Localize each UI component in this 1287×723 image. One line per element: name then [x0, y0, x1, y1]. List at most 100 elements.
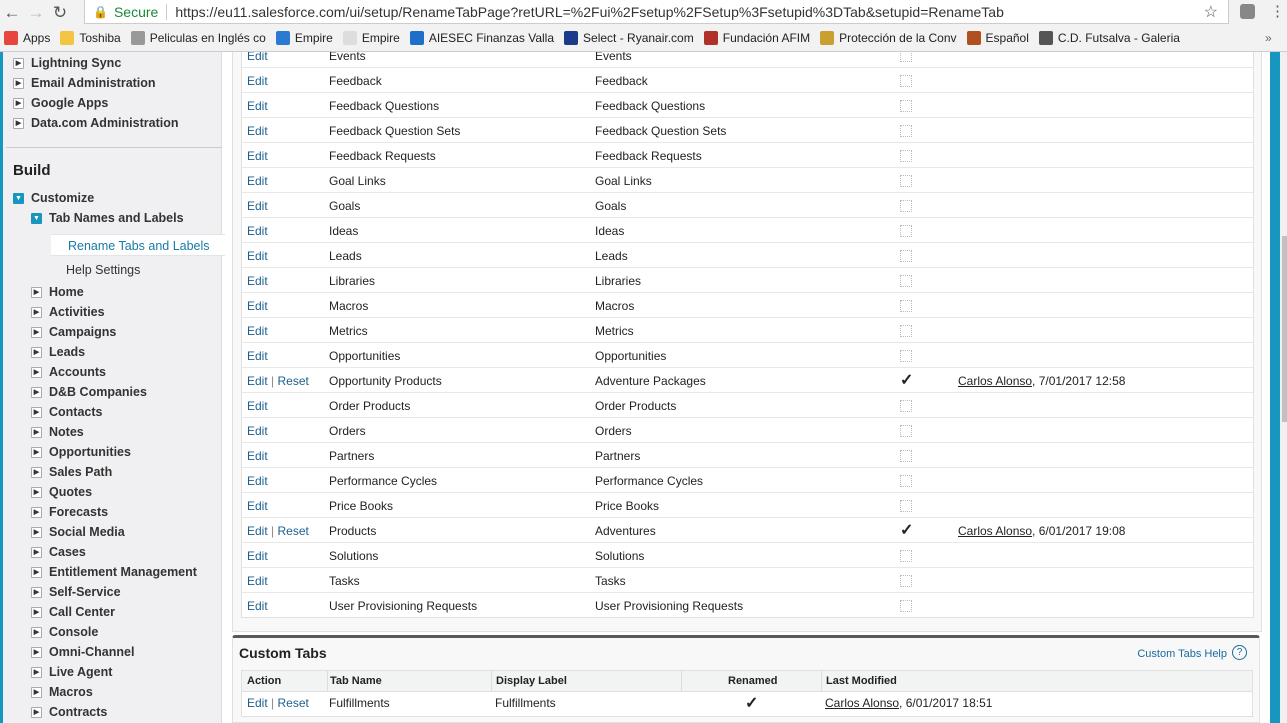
edit-link[interactable]: Edit	[247, 399, 268, 413]
edit-link[interactable]: Edit	[247, 74, 268, 88]
edit-link[interactable]: Edit	[247, 174, 268, 188]
bookmark-item[interactable]: Empire	[342, 31, 400, 45]
bookmark-item[interactable]: Apps	[4, 31, 50, 45]
edit-link[interactable]: Edit	[247, 249, 268, 263]
edit-link[interactable]: Edit	[247, 599, 268, 613]
sidebar-item[interactable]: ▶ Quotes	[31, 485, 92, 499]
sidebar-item-help-settings[interactable]: Help Settings	[66, 263, 140, 277]
edit-link[interactable]: Edit	[247, 99, 268, 113]
renamed-checkbox	[900, 425, 912, 437]
edit-link[interactable]: Edit	[247, 524, 268, 538]
bookmark-item[interactable]: Fundación AFIM	[703, 31, 810, 45]
reset-link[interactable]: Reset	[278, 696, 309, 710]
edit-link[interactable]: Edit	[247, 349, 268, 363]
user-link[interactable]: Carlos Alonso	[958, 524, 1032, 538]
sidebar-item[interactable]: ▶ Campaigns	[31, 325, 116, 339]
menu-icon[interactable]: ⋮	[1270, 2, 1285, 20]
bookmarks-overflow-icon[interactable]: »	[1265, 31, 1272, 45]
user-link[interactable]: Carlos Alonso	[825, 696, 899, 710]
bookmark-item[interactable]: Peliculas en Inglés co	[130, 31, 266, 45]
display-label: Feedback Requests	[595, 149, 702, 163]
sidebar-item[interactable]: ▶ Entitlement Management	[31, 565, 197, 579]
sidebar-item-label: Cases	[49, 545, 86, 559]
edit-link[interactable]: Edit	[247, 374, 268, 388]
sidebar-item[interactable]: ▶ Contacts	[31, 405, 102, 419]
sidebar-item[interactable]: ▶ Cases	[31, 545, 86, 559]
sidebar-item[interactable]: ▶ Opportunities	[31, 445, 131, 459]
sidebar-item[interactable]: ▶ D&B Companies	[31, 385, 147, 399]
bookmark-item[interactable]: AIESEC Finanzas Valla	[409, 31, 554, 45]
back-icon[interactable]: ←	[0, 3, 24, 23]
scrollbar-thumb[interactable]	[1282, 236, 1287, 422]
extension-icon[interactable]	[1240, 4, 1255, 19]
sidebar-item-rename-tabs[interactable]: Rename Tabs and Labels	[51, 234, 225, 256]
action-links: Edit	[247, 124, 268, 138]
url-text[interactable]: https://eu11.salesforce.com/ui/setup/Ren…	[175, 4, 1004, 20]
bookmark-icon	[409, 31, 424, 45]
table-row: Edit Feedback Questions Feedback Questions	[242, 93, 1253, 118]
bookmark-icon	[342, 31, 357, 45]
tab-name: Feedback Question Sets	[329, 124, 461, 138]
table-row: Edit Feedback Question Sets Feedback Quest…	[242, 118, 1253, 143]
custom-tabs-help-link[interactable]: Custom Tabs Help	[1137, 648, 1227, 660]
reload-icon[interactable]: ↻	[48, 3, 72, 23]
sidebar-item[interactable]: ▶ Notes	[31, 425, 84, 439]
sidebar-item-customize[interactable]: ▼ Customize	[13, 191, 94, 205]
user-link[interactable]: Carlos Alonso	[958, 374, 1032, 388]
edit-link[interactable]: Edit	[247, 324, 268, 338]
sidebar-item[interactable]: ▶ Activities	[31, 305, 105, 319]
sidebar-item[interactable]: ▶ Sales Path	[31, 465, 112, 479]
edit-link[interactable]: Edit	[247, 149, 268, 163]
sidebar-item-tab-names[interactable]: ▼ Tab Names and Labels	[31, 211, 184, 225]
edit-link[interactable]: Edit	[247, 474, 268, 488]
tab-name: Partners	[329, 449, 375, 463]
edit-link[interactable]: Edit	[247, 124, 268, 138]
edit-link[interactable]: Edit	[247, 224, 268, 238]
sidebar-item[interactable]: ▶ Live Agent	[31, 665, 112, 679]
bookmark-item[interactable]: Toshiba	[60, 31, 121, 45]
bookmark-item[interactable]: Español	[966, 31, 1029, 45]
table-row: Edit Ideas Ideas	[242, 218, 1253, 243]
sidebar-item[interactable]: ▶ Home	[31, 285, 84, 299]
expand-icon: ▶	[13, 117, 24, 129]
edit-link[interactable]: Edit	[247, 574, 268, 588]
reset-link[interactable]: Reset	[278, 374, 309, 388]
table-row: Edit Libraries Libraries	[242, 268, 1253, 293]
sidebar-item[interactable]: ▶ Call Center	[31, 605, 115, 619]
sidebar-item[interactable]: ▶ Forecasts	[31, 505, 108, 519]
bookmark-item[interactable]: C.D. Futsalva - Galeria	[1038, 31, 1180, 45]
edit-link[interactable]: Edit	[247, 274, 268, 288]
edit-link[interactable]: Edit	[247, 696, 268, 710]
edit-link[interactable]: Edit	[247, 499, 268, 513]
bookmark-star-icon[interactable]: ☆	[1204, 2, 1218, 22]
expand-icon: ▶	[31, 426, 42, 438]
tab-name: User Provisioning Requests	[329, 599, 478, 613]
sidebar-item[interactable]: ▶ Omni-Channel	[31, 645, 134, 659]
edit-link[interactable]: Edit	[247, 449, 268, 463]
sidebar-item[interactable]: ▶ Self-Service	[31, 585, 121, 599]
edit-link[interactable]: Edit	[247, 199, 268, 213]
sidebar-item[interactable]: ▶ Social Media	[31, 525, 125, 539]
sidebar-item[interactable]: ▶ Lightning Sync	[13, 56, 121, 70]
edit-link[interactable]: Edit	[247, 299, 268, 313]
edit-link[interactable]: Edit	[247, 549, 268, 563]
sidebar-item[interactable]: ▶ Accounts	[31, 365, 106, 379]
sidebar-item[interactable]: ▶ Contracts	[31, 705, 107, 719]
forward-icon[interactable]: →	[24, 3, 48, 23]
edit-link[interactable]: Edit	[247, 424, 268, 438]
sidebar-item[interactable]: ▶ Email Administration	[13, 76, 156, 90]
action-links: Edit	[247, 274, 268, 288]
bookmark-item[interactable]: Select - Ryanair.com	[564, 31, 694, 45]
sidebar-item[interactable]: ▶ Google Apps	[13, 96, 108, 110]
sidebar-item[interactable]: ▶ Data.com Administration	[13, 116, 178, 130]
address-bar[interactable]: 🔒 Secure https://eu11.salesforce.com/ui/…	[84, 0, 1229, 24]
sidebar-item[interactable]: ▶ Console	[31, 625, 98, 639]
edit-link[interactable]: Edit	[247, 52, 268, 63]
tab-name: Performance Cycles	[329, 474, 438, 488]
help-icon[interactable]: ?	[1232, 645, 1247, 660]
bookmark-item[interactable]: Protección de la Conv	[820, 31, 957, 45]
sidebar-item[interactable]: ▶ Macros	[31, 685, 93, 699]
sidebar-item[interactable]: ▶ Leads	[31, 345, 85, 359]
bookmark-item[interactable]: Empire	[275, 31, 333, 45]
reset-link[interactable]: Reset	[278, 524, 309, 538]
